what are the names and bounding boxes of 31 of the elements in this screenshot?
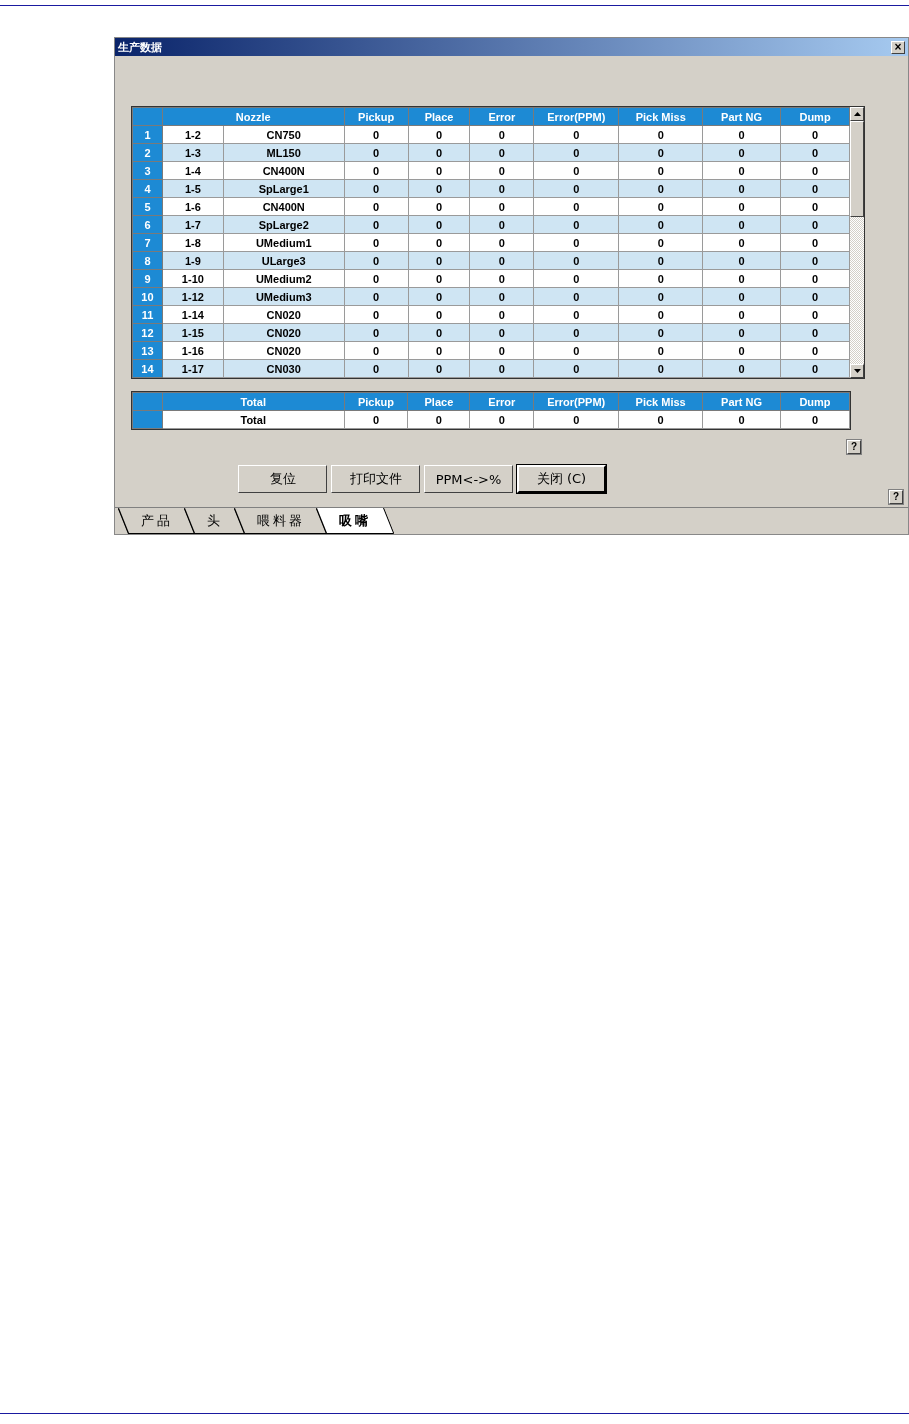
column-header[interactable]: Error [469,107,534,126]
scroll-down-icon[interactable] [850,364,864,378]
scrollbar-thumb[interactable] [850,121,864,217]
dialog-button[interactable]: 打印文件 [331,465,420,493]
help-button[interactable]: ? [889,490,903,504]
column-header: Error(PPM) [533,392,619,411]
column-header[interactable]: Place [408,107,470,126]
column-header[interactable]: Part NG [702,107,781,126]
dialog-button[interactable]: 复位 [238,465,327,493]
column-header[interactable]: Pickup [344,107,409,126]
column-header: Pick Miss [618,392,703,411]
column-header: Place [407,392,470,411]
header-cell [132,107,163,126]
tab[interactable]: 吸嘴 [317,508,393,533]
window-title: 生产数据 [118,39,162,55]
header-cell [132,392,163,411]
column-header[interactable]: Nozzle [162,107,345,126]
column-header[interactable]: Pick Miss [618,107,703,126]
close-button[interactable]: × [891,40,905,54]
column-header: Total [162,392,344,411]
column-header: Part NG [702,392,781,411]
column-header[interactable]: Error(PPM) [533,107,619,126]
dialog-button[interactable]: PPM<->% [424,465,513,493]
column-header: Pickup [344,392,408,411]
dialog-button[interactable]: 关闭 (C) [517,465,606,493]
help-button[interactable]: ? [847,440,861,454]
scrollbar[interactable] [850,107,864,378]
column-header[interactable]: Dump [780,107,850,126]
column-header: Dump [780,392,850,411]
column-header: Error [469,392,534,411]
scroll-up-icon[interactable] [850,107,864,121]
